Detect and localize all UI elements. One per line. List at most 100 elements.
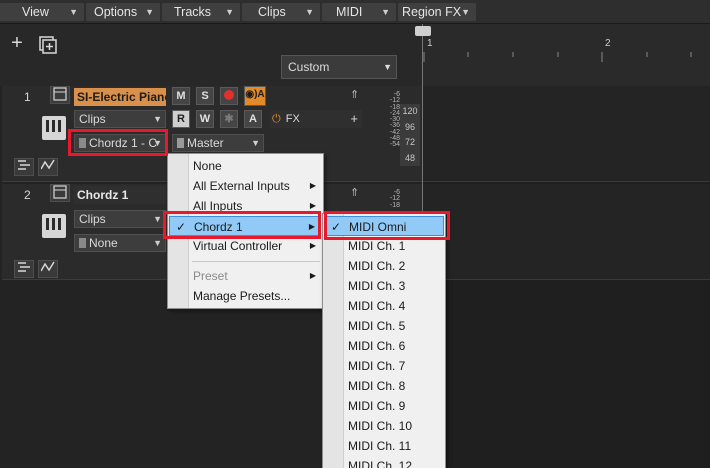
menu-item-label: MIDI Ch. 12 [348,459,413,468]
archive-button[interactable]: A [244,110,262,128]
menu-item-manage-presets[interactable]: Manage Presets... [169,286,321,306]
menu-midi[interactable]: MIDI ▼ [322,3,396,21]
menu-region-fx[interactable]: Region FX ▼ [398,3,476,21]
playhead-handle[interactable] [415,26,431,36]
menu-item-midi-ch-2[interactable]: MIDI Ch. 2 [324,256,405,276]
chevron-down-icon: ▼ [153,214,162,224]
read-automation-button[interactable]: R [172,110,190,128]
output-icon [177,138,184,148]
menu-item-midi-ch-10[interactable]: MIDI Ch. 10 [324,416,412,436]
chevron-down-icon: ▼ [153,238,162,248]
input-select[interactable]: None ▼ [74,234,166,252]
menu-separator [192,261,320,262]
track-layers-icon[interactable] [14,158,34,176]
folder-plus-icon[interactable] [37,34,57,54]
menu-tracks[interactable]: Tracks ▼ [162,3,240,21]
midi-input-icon [79,238,86,248]
menu-midi-label: MIDI [336,5,363,19]
menu-item-label: MIDI Ch. 1 [348,239,406,253]
ruler-bar-number: 2 [605,38,611,49]
menu-tracks-label: Tracks [174,5,212,19]
synth-icon[interactable] [50,184,70,202]
add-fx-icon[interactable]: + [350,110,358,128]
daw-window: View ▼ Options ▼ Tracks ▼ Clips ▼ MIDI ▼… [0,0,710,468]
menu-item-midi-ch-7[interactable]: MIDI Ch. 7 [324,356,405,376]
menu-item-midi-ch-12[interactable]: MIDI Ch. 12 [324,456,412,468]
chevron-down-icon: ▼ [381,7,390,17]
track-toolbar: + Custom ▼ [0,24,422,86]
clips-pane[interactable] [422,86,710,468]
chevron-down-icon: ▼ [251,138,260,148]
synth-icon[interactable] [50,86,70,104]
layers-icon-svg [18,160,30,170]
fx-bin[interactable]: ⏻ FX + [270,110,362,128]
menu-item-all-external-inputs[interactable]: All External Inputs ▶ [169,176,321,196]
input-echo-button[interactable]: ◉)A [244,86,266,106]
fx-label: FX [285,113,300,125]
menu-item-label: MIDI Ch. 4 [348,299,406,313]
power-icon[interactable]: ⏻ [270,113,281,125]
track-view-preset-select[interactable]: Custom ▼ [281,55,397,79]
menu-view[interactable]: View ▼ [0,3,84,21]
synth-icon-svg [53,87,67,101]
ruler-ticks [423,52,692,62]
plus-icon[interactable]: + [7,33,27,54]
track-name[interactable]: Chordz 1 [74,186,166,204]
preset-value: Custom [288,60,330,74]
input-echo-icon: ◉)A [245,89,265,100]
timeline-ruler[interactable]: 1 2 [415,24,710,86]
chevron-down-icon: ▼ [145,7,154,17]
menu-item-virtual-controller[interactable]: Virtual Controller ▶ [169,236,321,256]
mute-button[interactable]: M [172,87,190,105]
menu-item-label: All External Inputs [193,179,290,193]
track-lane[interactable] [423,184,710,280]
track-name[interactable]: SI-Electric Piano [74,88,166,106]
piano-icon [42,116,66,140]
menu-item-label: Manage Presets... [193,289,291,303]
input-value: None [89,236,118,250]
track-number: 2 [24,188,31,202]
menu-options[interactable]: Options ▼ [86,3,160,21]
menu-view-label: View [22,5,49,19]
menu-item-label: Virtual Controller [193,239,283,253]
menu-item-midi-ch-5[interactable]: MIDI Ch. 5 [324,316,405,336]
track-mode-select[interactable]: Clips ▼ [74,110,166,128]
automation-icon[interactable] [38,158,58,176]
menu-clips[interactable]: Clips ▼ [242,3,320,21]
record-arm-button[interactable] [220,87,238,105]
menu-item-label: None [193,159,222,173]
track-layers-icon[interactable] [14,260,34,278]
write-automation-button[interactable]: W [196,110,214,128]
automation-icon-svg [40,261,55,272]
menu-item-midi-ch-3[interactable]: MIDI Ch. 3 [324,276,405,296]
collapse-up-icon[interactable]: ⇑ [350,186,359,199]
menu-item-midi-ch-9[interactable]: MIDI Ch. 9 [324,396,405,416]
menu-bar: View ▼ Options ▼ Tracks ▼ Clips ▼ MIDI ▼… [0,0,710,24]
meter-scale: -6 -12 -18 -24 -30 -36 -42 -48 -54 [389,91,400,149]
track-mode-select[interactable]: Clips ▼ [74,210,166,228]
submenu-arrow-icon: ▶ [309,241,316,250]
menu-item-midi-ch-6[interactable]: MIDI Ch. 6 [324,336,405,356]
track-number: 1 [24,90,31,104]
chevron-down-icon: ▼ [153,114,162,124]
record-icon [224,90,234,100]
menu-item-label: MIDI Ch. 6 [348,339,406,353]
automation-icon[interactable] [38,260,58,278]
automation-icon-svg [40,159,55,170]
menu-item-midi-ch-11[interactable]: MIDI Ch. 11 [324,436,411,456]
chevron-down-icon: ▼ [383,62,392,72]
output-select[interactable]: Master ▼ [172,134,264,152]
track-lane[interactable] [423,86,710,182]
midi-channel-submenu: ✓ MIDI Omni MIDI Ch. 1 MIDI Ch. 2 MIDI C… [322,213,446,468]
menu-item-label: MIDI Ch. 5 [348,319,406,333]
folder-plus-icon-svg [39,36,57,54]
solo-button[interactable]: S [196,87,214,105]
chevron-down-icon: ▼ [225,7,234,17]
collapse-up-icon[interactable]: ⇑ [350,88,359,101]
menu-item-label: MIDI Ch. 11 [348,439,412,453]
menu-item-label: MIDI Ch. 2 [348,259,406,273]
menu-item-midi-ch-8[interactable]: MIDI Ch. 8 [324,376,405,396]
menu-item-midi-ch-4[interactable]: MIDI Ch. 4 [324,296,405,316]
freeze-icon[interactable]: ✱ [220,110,238,128]
menu-item-none[interactable]: None [169,156,321,176]
